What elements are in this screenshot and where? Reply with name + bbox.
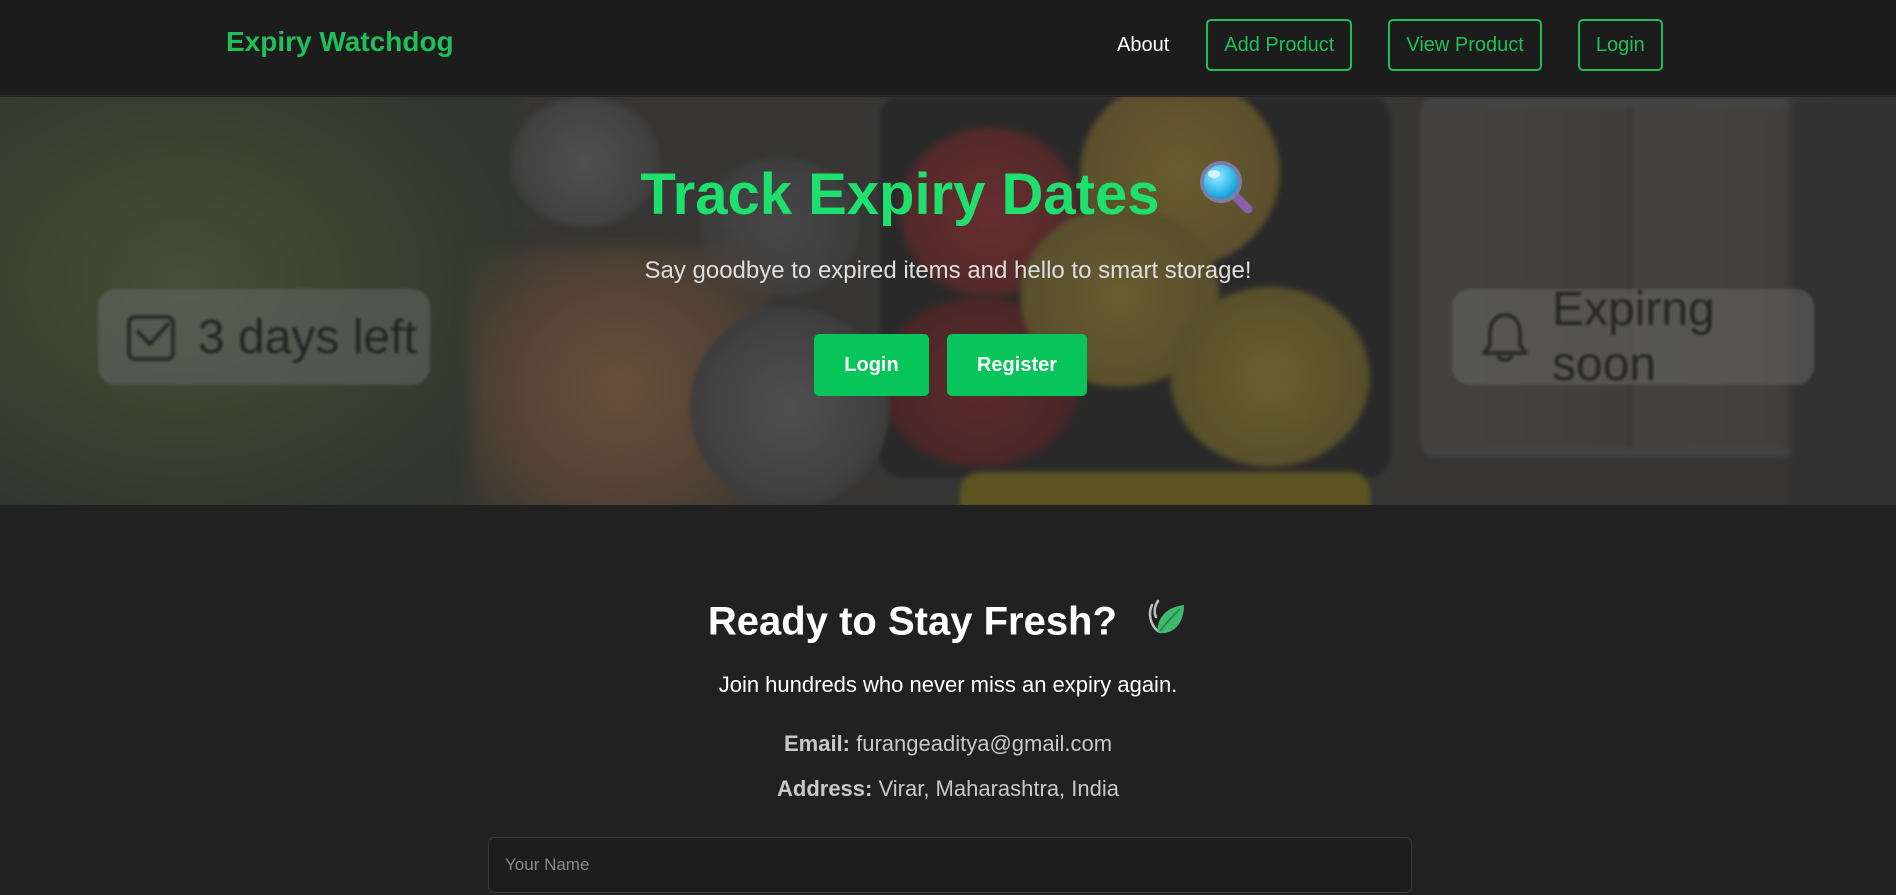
nav-login-button[interactable]: Login <box>1577 19 1663 71</box>
contact-subtitle: Join hundreds who never miss an expiry a… <box>718 672 1178 697</box>
magnifying-glass-icon <box>1198 159 1256 231</box>
address-value: Virar, Maharashtra, India <box>878 776 1119 801</box>
contact-email: Email: furangeaditya@gmail.com <box>0 731 1896 757</box>
hero-title-text: Track Expiry Dates <box>640 162 1160 228</box>
address-label: Address: <box>777 776 873 801</box>
email-label: Email: <box>783 731 850 756</box>
name-input[interactable] <box>488 837 1412 893</box>
contact-title: Ready to Stay Fresh? <box>0 595 1896 649</box>
hero-register-button[interactable]: Register <box>947 334 1087 396</box>
view-product-button[interactable]: View Product <box>1388 19 1542 71</box>
hero-subtitle: Say goodbye to expired items and hello t… <box>644 257 1252 284</box>
nav-about-link[interactable]: About <box>1117 34 1169 57</box>
bg-tag-expiring-soon: Expirng soon <box>1452 283 1814 391</box>
hero-buttons: Login Register <box>814 334 1087 396</box>
bg-tag-expiring-soon-text: Expirng soon <box>1552 283 1715 391</box>
contact-address: Address: Virar, Maharashtra, India <box>0 776 1896 802</box>
leaf-icon <box>1144 595 1188 649</box>
bg-tag-days-left-text: 3 days left <box>198 310 417 364</box>
nav-links: About Add Product View Product Login <box>1100 19 1699 71</box>
calendar-check-icon <box>126 312 176 362</box>
bg-tag-days-left: 3 days left <box>98 289 430 385</box>
contact-section: Ready to Stay Fresh? Join hundreds who n… <box>0 505 1896 895</box>
email-value: furangeaditya@gmail.com <box>856 731 1113 756</box>
brand-logo[interactable]: Expiry Watchdog <box>226 26 454 58</box>
navbar: Expiry Watchdog About Add Product View P… <box>0 0 1896 96</box>
contact-title-text: Ready to Stay Fresh? <box>707 599 1117 644</box>
add-product-button[interactable]: Add Product <box>1206 19 1353 71</box>
hero-login-button[interactable]: Login <box>814 334 929 396</box>
bell-icon <box>1480 311 1530 363</box>
hero-section: 3 days left Expirng soon Track Expiry Da… <box>0 97 1896 505</box>
hero-title: Track Expiry Dates <box>0 157 1896 231</box>
